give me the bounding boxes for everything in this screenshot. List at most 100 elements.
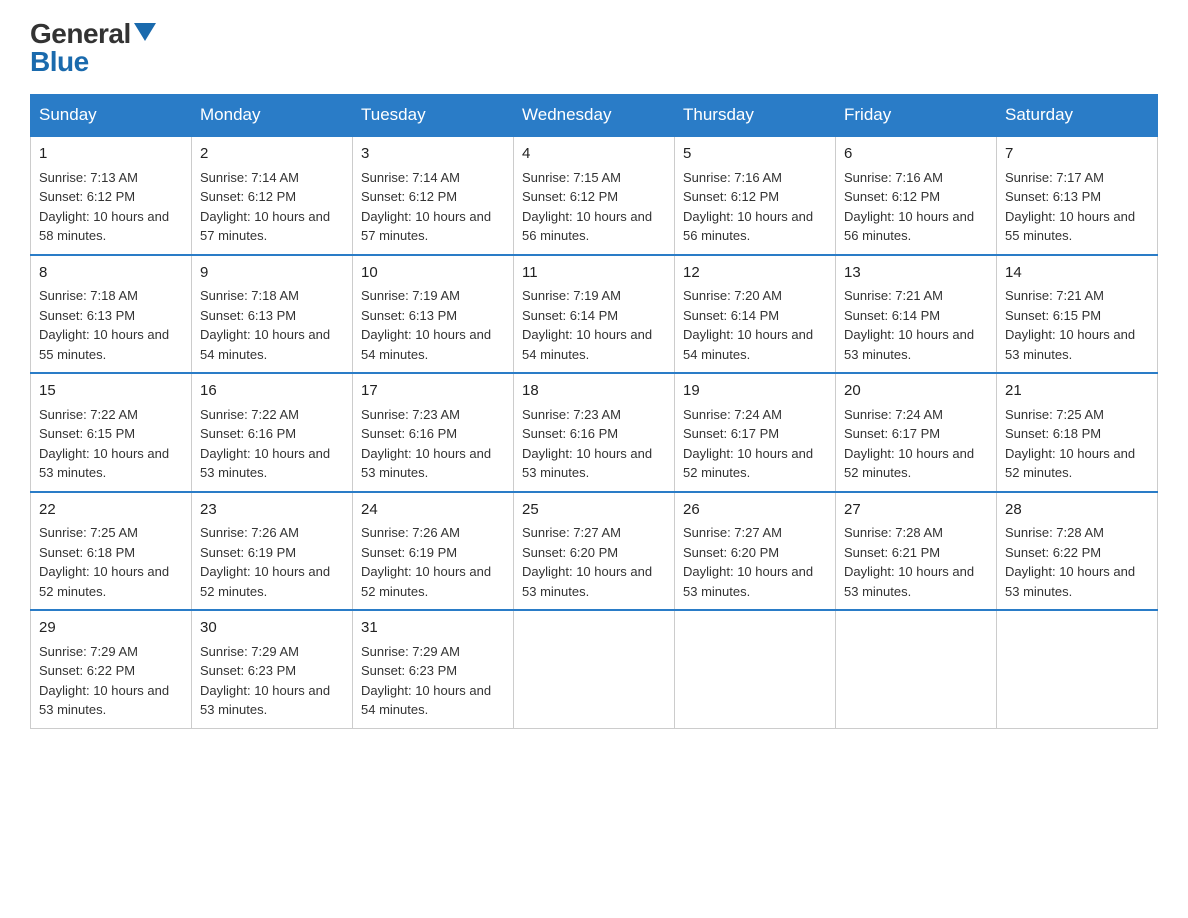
calendar-cell: 27Sunrise: 7:28 AMSunset: 6:21 PMDayligh… (836, 492, 997, 611)
day-number: 13 (844, 262, 988, 285)
calendar-cell (675, 610, 836, 728)
day-info: Sunrise: 7:22 AMSunset: 6:15 PMDaylight:… (39, 405, 183, 483)
day-info: Sunrise: 7:29 AMSunset: 6:22 PMDaylight:… (39, 642, 183, 720)
day-info: Sunrise: 7:15 AMSunset: 6:12 PMDaylight:… (522, 168, 666, 246)
day-number: 23 (200, 499, 344, 522)
calendar-cell: 26Sunrise: 7:27 AMSunset: 6:20 PMDayligh… (675, 492, 836, 611)
calendar-cell: 21Sunrise: 7:25 AMSunset: 6:18 PMDayligh… (997, 373, 1158, 492)
calendar-cell: 30Sunrise: 7:29 AMSunset: 6:23 PMDayligh… (192, 610, 353, 728)
day-number: 24 (361, 499, 505, 522)
col-header-friday: Friday (836, 95, 997, 137)
day-number: 16 (200, 380, 344, 403)
week-row-3: 15Sunrise: 7:22 AMSunset: 6:15 PMDayligh… (31, 373, 1158, 492)
day-info: Sunrise: 7:16 AMSunset: 6:12 PMDaylight:… (683, 168, 827, 246)
day-info: Sunrise: 7:24 AMSunset: 6:17 PMDaylight:… (683, 405, 827, 483)
day-info: Sunrise: 7:23 AMSunset: 6:16 PMDaylight:… (361, 405, 505, 483)
day-info: Sunrise: 7:23 AMSunset: 6:16 PMDaylight:… (522, 405, 666, 483)
day-number: 20 (844, 380, 988, 403)
day-info: Sunrise: 7:25 AMSunset: 6:18 PMDaylight:… (39, 523, 183, 601)
day-number: 29 (39, 617, 183, 640)
calendar-cell: 29Sunrise: 7:29 AMSunset: 6:22 PMDayligh… (31, 610, 192, 728)
day-info: Sunrise: 7:26 AMSunset: 6:19 PMDaylight:… (200, 523, 344, 601)
col-header-thursday: Thursday (675, 95, 836, 137)
calendar-cell: 16Sunrise: 7:22 AMSunset: 6:16 PMDayligh… (192, 373, 353, 492)
day-number: 2 (200, 143, 344, 166)
calendar-cell: 15Sunrise: 7:22 AMSunset: 6:15 PMDayligh… (31, 373, 192, 492)
calendar-cell: 9Sunrise: 7:18 AMSunset: 6:13 PMDaylight… (192, 255, 353, 374)
day-number: 28 (1005, 499, 1149, 522)
day-number: 11 (522, 262, 666, 285)
day-number: 26 (683, 499, 827, 522)
day-info: Sunrise: 7:24 AMSunset: 6:17 PMDaylight:… (844, 405, 988, 483)
day-info: Sunrise: 7:22 AMSunset: 6:16 PMDaylight:… (200, 405, 344, 483)
calendar-cell: 5Sunrise: 7:16 AMSunset: 6:12 PMDaylight… (675, 136, 836, 255)
day-info: Sunrise: 7:20 AMSunset: 6:14 PMDaylight:… (683, 286, 827, 364)
day-info: Sunrise: 7:16 AMSunset: 6:12 PMDaylight:… (844, 168, 988, 246)
calendar-cell: 14Sunrise: 7:21 AMSunset: 6:15 PMDayligh… (997, 255, 1158, 374)
calendar-cell: 17Sunrise: 7:23 AMSunset: 6:16 PMDayligh… (353, 373, 514, 492)
day-info: Sunrise: 7:19 AMSunset: 6:13 PMDaylight:… (361, 286, 505, 364)
calendar-cell (514, 610, 675, 728)
day-info: Sunrise: 7:21 AMSunset: 6:14 PMDaylight:… (844, 286, 988, 364)
day-number: 10 (361, 262, 505, 285)
day-number: 6 (844, 143, 988, 166)
calendar-cell: 6Sunrise: 7:16 AMSunset: 6:12 PMDaylight… (836, 136, 997, 255)
day-number: 7 (1005, 143, 1149, 166)
day-number: 18 (522, 380, 666, 403)
day-number: 30 (200, 617, 344, 640)
calendar-cell: 23Sunrise: 7:26 AMSunset: 6:19 PMDayligh… (192, 492, 353, 611)
day-number: 3 (361, 143, 505, 166)
calendar-cell: 12Sunrise: 7:20 AMSunset: 6:14 PMDayligh… (675, 255, 836, 374)
calendar-cell (997, 610, 1158, 728)
col-header-wednesday: Wednesday (514, 95, 675, 137)
day-info: Sunrise: 7:29 AMSunset: 6:23 PMDaylight:… (361, 642, 505, 720)
calendar-cell: 11Sunrise: 7:19 AMSunset: 6:14 PMDayligh… (514, 255, 675, 374)
col-header-saturday: Saturday (997, 95, 1158, 137)
page-header: General Blue (30, 20, 1158, 76)
calendar-cell: 20Sunrise: 7:24 AMSunset: 6:17 PMDayligh… (836, 373, 997, 492)
week-row-1: 1Sunrise: 7:13 AMSunset: 6:12 PMDaylight… (31, 136, 1158, 255)
col-header-monday: Monday (192, 95, 353, 137)
day-info: Sunrise: 7:28 AMSunset: 6:22 PMDaylight:… (1005, 523, 1149, 601)
day-info: Sunrise: 7:13 AMSunset: 6:12 PMDaylight:… (39, 168, 183, 246)
day-number: 14 (1005, 262, 1149, 285)
calendar-cell: 7Sunrise: 7:17 AMSunset: 6:13 PMDaylight… (997, 136, 1158, 255)
calendar-cell: 10Sunrise: 7:19 AMSunset: 6:13 PMDayligh… (353, 255, 514, 374)
calendar-cell: 8Sunrise: 7:18 AMSunset: 6:13 PMDaylight… (31, 255, 192, 374)
day-info: Sunrise: 7:17 AMSunset: 6:13 PMDaylight:… (1005, 168, 1149, 246)
calendar-cell: 22Sunrise: 7:25 AMSunset: 6:18 PMDayligh… (31, 492, 192, 611)
calendar-cell: 3Sunrise: 7:14 AMSunset: 6:12 PMDaylight… (353, 136, 514, 255)
day-number: 27 (844, 499, 988, 522)
logo-general-text: General (30, 20, 131, 48)
calendar-cell: 24Sunrise: 7:26 AMSunset: 6:19 PMDayligh… (353, 492, 514, 611)
day-info: Sunrise: 7:25 AMSunset: 6:18 PMDaylight:… (1005, 405, 1149, 483)
col-header-sunday: Sunday (31, 95, 192, 137)
day-number: 8 (39, 262, 183, 285)
day-number: 22 (39, 499, 183, 522)
calendar-cell: 25Sunrise: 7:27 AMSunset: 6:20 PMDayligh… (514, 492, 675, 611)
day-info: Sunrise: 7:27 AMSunset: 6:20 PMDaylight:… (522, 523, 666, 601)
calendar-table: SundayMondayTuesdayWednesdayThursdayFrid… (30, 94, 1158, 729)
logo: General Blue (30, 20, 156, 76)
day-info: Sunrise: 7:18 AMSunset: 6:13 PMDaylight:… (200, 286, 344, 364)
day-info: Sunrise: 7:14 AMSunset: 6:12 PMDaylight:… (361, 168, 505, 246)
day-info: Sunrise: 7:28 AMSunset: 6:21 PMDaylight:… (844, 523, 988, 601)
calendar-cell: 19Sunrise: 7:24 AMSunset: 6:17 PMDayligh… (675, 373, 836, 492)
col-header-tuesday: Tuesday (353, 95, 514, 137)
day-info: Sunrise: 7:27 AMSunset: 6:20 PMDaylight:… (683, 523, 827, 601)
calendar-cell: 4Sunrise: 7:15 AMSunset: 6:12 PMDaylight… (514, 136, 675, 255)
calendar-cell: 2Sunrise: 7:14 AMSunset: 6:12 PMDaylight… (192, 136, 353, 255)
day-info: Sunrise: 7:19 AMSunset: 6:14 PMDaylight:… (522, 286, 666, 364)
day-info: Sunrise: 7:14 AMSunset: 6:12 PMDaylight:… (200, 168, 344, 246)
calendar-cell: 28Sunrise: 7:28 AMSunset: 6:22 PMDayligh… (997, 492, 1158, 611)
week-row-5: 29Sunrise: 7:29 AMSunset: 6:22 PMDayligh… (31, 610, 1158, 728)
day-number: 12 (683, 262, 827, 285)
day-number: 5 (683, 143, 827, 166)
day-number: 19 (683, 380, 827, 403)
day-info: Sunrise: 7:18 AMSunset: 6:13 PMDaylight:… (39, 286, 183, 364)
calendar-header-row: SundayMondayTuesdayWednesdayThursdayFrid… (31, 95, 1158, 137)
logo-blue-text: Blue (30, 48, 89, 76)
day-info: Sunrise: 7:29 AMSunset: 6:23 PMDaylight:… (200, 642, 344, 720)
day-number: 21 (1005, 380, 1149, 403)
day-number: 17 (361, 380, 505, 403)
